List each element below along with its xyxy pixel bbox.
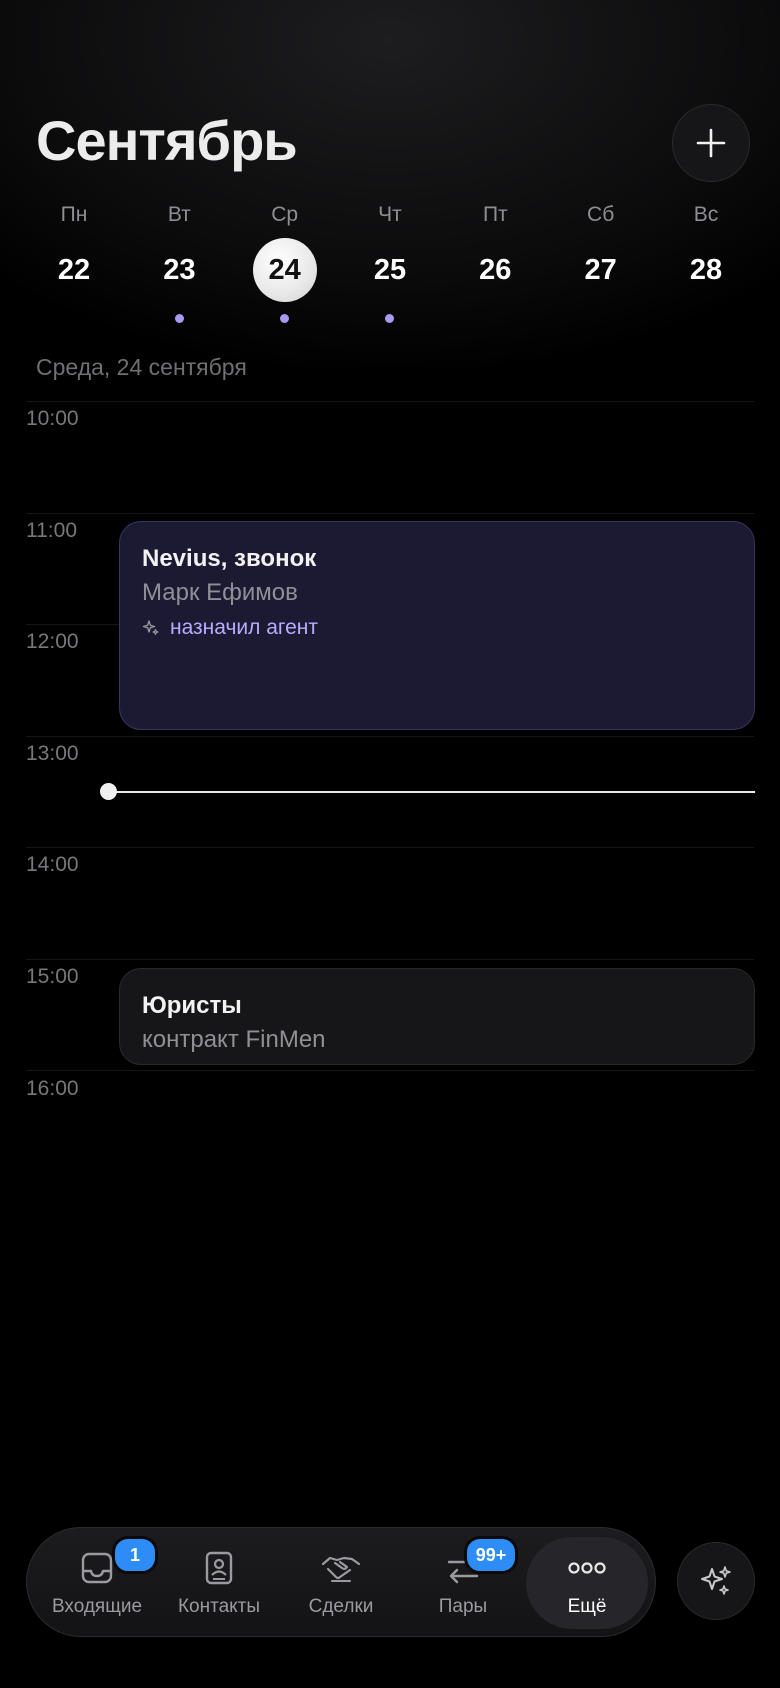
day-number-selected: 24	[252, 238, 317, 302]
plus-icon	[696, 128, 726, 158]
day-name: Вс	[693, 203, 719, 226]
day-number: 28	[689, 253, 723, 286]
tab-contacts[interactable]: Контакты	[158, 1528, 280, 1638]
tab-label: Входящие	[51, 1596, 143, 1617]
tab-label: Контакты	[177, 1596, 261, 1617]
day-number: 26	[479, 253, 512, 286]
event-dot	[491, 314, 500, 323]
hour-label: 13:00	[26, 742, 79, 765]
event-subtitle: контракт FinMen	[142, 1026, 326, 1053]
tab-label: Сделки	[308, 1596, 374, 1617]
day-name: Пн	[60, 203, 88, 226]
inbox-badge: 1	[112, 1536, 158, 1574]
ellipsis-icon	[568, 1562, 606, 1574]
event-agent-tag: назначил агент	[142, 616, 732, 640]
tab-label: Ещё	[567, 1596, 607, 1617]
sparkles-icon	[142, 620, 159, 636]
day-number: 25	[373, 253, 407, 286]
event-title: Юристы	[142, 992, 242, 1019]
hour-label: 11:00	[26, 519, 77, 542]
event-dot	[174, 314, 184, 323]
day-number: 22	[57, 253, 91, 286]
day-fri[interactable]: Пт 26	[443, 200, 547, 323]
hour-divider	[26, 847, 754, 848]
day-tue[interactable]: Вт 23	[127, 200, 231, 323]
week-strip: Пн 22 Вт 23 Ср 24 Чт 25 Пт 26 Сб 27 Вс 2…	[22, 200, 758, 323]
event-subtitle: Марк Ефимов	[142, 579, 298, 606]
ai-assistant-button[interactable]	[677, 1542, 755, 1620]
event-card[interactable]: Nevius, звонок Марк Ефимов назначил аген…	[119, 521, 755, 730]
hour-label: 16:00	[26, 1077, 79, 1100]
hour-label: 12:00	[26, 630, 79, 653]
day-mon[interactable]: Пн 22	[22, 200, 126, 323]
event-dot	[280, 314, 290, 323]
event-tag-label: назначил агент	[170, 616, 319, 639]
day-name: Ср	[271, 203, 299, 226]
calendar-screen: Сентябрь Пн 22 Вт 23 Ср 24 Чт 25 Пт 26 С…	[0, 0, 780, 1688]
pairs-badge: 99+	[464, 1536, 518, 1574]
handshake-icon	[321, 1556, 361, 1582]
event-title: Nevius, звонок	[142, 545, 317, 572]
hour-divider	[26, 513, 754, 514]
day-wed[interactable]: Ср 24	[233, 200, 337, 323]
inbox-tray-icon	[81, 1552, 113, 1584]
day-name: Сб	[587, 203, 615, 226]
hour-divider	[26, 401, 754, 402]
tab-bar: Входящие 1 Контакты Сделки Пары 99+ Ещё	[26, 1527, 656, 1637]
tab-more[interactable]: Ещё	[526, 1537, 648, 1629]
hour-divider	[26, 736, 754, 737]
contact-card-icon	[205, 1551, 233, 1585]
event-dot	[596, 314, 605, 323]
event-dot	[70, 314, 79, 323]
sparkles-icon	[701, 1566, 731, 1595]
day-name: Чт	[378, 203, 402, 226]
day-sun[interactable]: Вс 28	[654, 200, 758, 323]
hour-label: 15:00	[26, 965, 79, 988]
day-name: Пт	[482, 203, 508, 226]
day-number: 23	[163, 253, 196, 286]
event-dot	[701, 314, 710, 323]
day-name: Вт	[167, 203, 191, 226]
tab-label: Пары	[438, 1596, 488, 1617]
day-thu[interactable]: Чт 25	[338, 200, 442, 323]
event-dot	[385, 314, 395, 323]
current-time-line	[108, 791, 755, 793]
current-time-dot	[100, 783, 117, 800]
hour-divider	[26, 1070, 754, 1071]
selected-date-label: Среда, 24 сентября	[36, 354, 247, 380]
day-number: 27	[584, 253, 617, 286]
month-title: Сентябрь	[36, 109, 298, 172]
tab-deals[interactable]: Сделки	[280, 1528, 402, 1638]
hour-divider	[26, 959, 754, 960]
add-event-button[interactable]	[672, 104, 750, 182]
hour-label: 14:00	[26, 853, 79, 876]
event-card[interactable]: Юристы контракт FinMen	[119, 968, 755, 1065]
hour-label: 10:00	[26, 407, 79, 430]
day-sat[interactable]: Сб 27	[549, 200, 653, 323]
